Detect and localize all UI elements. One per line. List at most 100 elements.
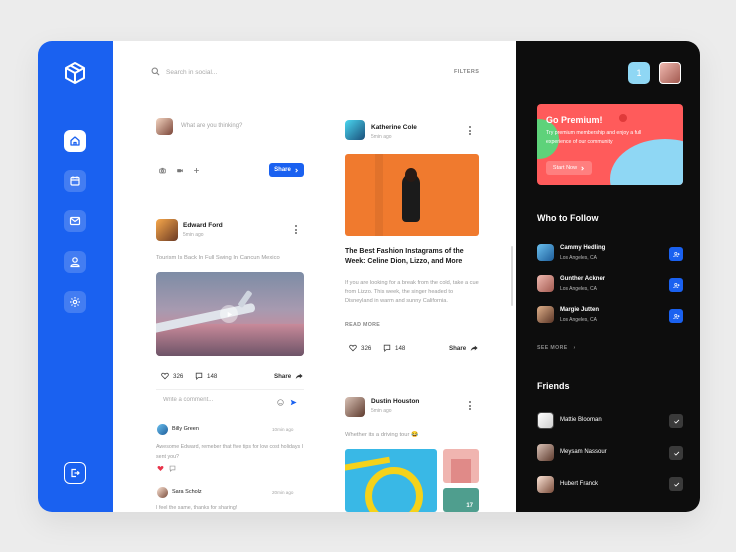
building-shape (451, 459, 471, 483)
post-time: 5min ago (183, 232, 204, 238)
video-icon[interactable] (176, 167, 184, 174)
composer-input[interactable]: What are you thinking? (181, 123, 242, 129)
camera-icon[interactable] (159, 167, 166, 174)
post-text: If you are looking for a break from the … (345, 280, 479, 305)
profile-avatar[interactable] (659, 62, 681, 84)
who-to-follow-title: Who to Follow (537, 213, 599, 223)
friend-check-button[interactable] (669, 446, 683, 460)
comment-button[interactable]: 148 (195, 372, 217, 380)
like-count: 326 (361, 344, 372, 352)
more-options-icon[interactable] (468, 401, 471, 410)
settings-icon (70, 297, 80, 307)
avatar[interactable] (537, 476, 554, 493)
add-user-icon (672, 313, 680, 319)
post-image[interactable] (345, 154, 479, 236)
avatar[interactable] (537, 244, 554, 261)
comment-input[interactable] (163, 397, 273, 403)
composer-share-button[interactable]: Share (269, 163, 304, 177)
comment-icon (195, 372, 203, 380)
post-image[interactable] (345, 449, 437, 512)
avatar[interactable] (157, 487, 168, 498)
cloud-layer (156, 324, 304, 356)
mail-icon (69, 216, 81, 226)
avatar[interactable] (537, 275, 554, 292)
premium-card[interactable]: Go Premium! Try premium membership and e… (537, 104, 683, 185)
post-title[interactable]: The Best Fashion Instagrams of the Week:… (345, 247, 479, 267)
reply-icon[interactable] (169, 465, 176, 472)
feed-scrollbar[interactable] (511, 246, 513, 306)
nav-home-button[interactable] (64, 130, 86, 152)
follow-button[interactable] (669, 278, 683, 292)
coaster-loop (365, 467, 423, 512)
nav-profile-button[interactable] (64, 251, 86, 273)
friend-check-button[interactable] (669, 477, 683, 491)
send-icon[interactable] (290, 399, 297, 406)
follow-button[interactable] (669, 247, 683, 261)
check-icon (673, 451, 679, 456)
nav-calendar-button[interactable] (64, 170, 86, 192)
post-text: Whether its a driving tour 😂 (345, 432, 419, 438)
post-share-button[interactable]: Share (274, 372, 303, 380)
post-video[interactable] (156, 272, 304, 356)
logout-button[interactable] (64, 462, 86, 484)
friend-name[interactable]: Mattie Blooman (560, 417, 602, 423)
comment-author[interactable]: Sara Scholz (172, 489, 202, 495)
post-time: 5min ago (371, 134, 392, 140)
friend-name[interactable]: Hubert Franck (560, 481, 598, 487)
post-image[interactable] (443, 449, 479, 483)
post-share-button[interactable]: Share (449, 344, 478, 352)
see-more-link[interactable]: SEE MORE › (537, 345, 576, 351)
avatar (156, 118, 173, 135)
heart-icon (349, 344, 357, 352)
play-icon (227, 311, 232, 317)
friend-check-button[interactable] (669, 414, 683, 428)
more-options-icon[interactable] (294, 225, 297, 234)
follow-button[interactable] (669, 309, 683, 323)
suggestion-name[interactable]: Margie Jutten (560, 307, 599, 313)
chevron-right-icon: › (573, 345, 576, 351)
nav-mail-button[interactable] (64, 210, 86, 232)
post-author[interactable]: Katherine Cole (371, 124, 417, 131)
avatar[interactable] (157, 424, 168, 435)
shadow-stripe (375, 154, 383, 236)
logo-icon[interactable] (63, 61, 87, 85)
comment-button[interactable]: 148 (383, 344, 405, 352)
suggestion-name[interactable]: Cammy Hedling (560, 245, 605, 251)
friend-name[interactable]: Meysam Nassour (560, 449, 607, 455)
post-author[interactable]: Dustin Houston (371, 398, 419, 405)
avatar[interactable] (537, 444, 554, 461)
calendar-icon (70, 176, 80, 186)
post-image-more[interactable]: 17 (443, 488, 479, 512)
read-more-link[interactable]: READ MORE (345, 322, 380, 328)
avatar[interactable] (537, 306, 554, 323)
suggestion-location: Los Angeles, CA (560, 317, 597, 323)
heart-filled-icon[interactable] (157, 465, 164, 472)
comment-author[interactable]: Billy Green (172, 426, 199, 432)
nav-settings-button[interactable] (64, 291, 86, 313)
search-input[interactable] (166, 65, 316, 79)
friends-title: Friends (537, 381, 570, 391)
comment-time: 20min ago (272, 490, 294, 495)
avatar[interactable] (537, 412, 554, 429)
notification-badge[interactable]: 1 (628, 62, 650, 84)
avatar[interactable] (345, 120, 365, 140)
avatar[interactable] (345, 397, 365, 417)
logout-icon (71, 468, 80, 478)
see-more-label: SEE MORE (537, 345, 568, 351)
decor-dot (619, 114, 627, 122)
check-icon (673, 482, 679, 487)
post-author[interactable]: Edward Ford (183, 222, 223, 229)
comment-count: 148 (207, 372, 218, 380)
play-button[interactable] (220, 305, 238, 323)
more-options-icon[interactable] (468, 126, 471, 135)
suggestion-name[interactable]: Gunther Ackner (560, 276, 605, 282)
emoji-icon[interactable] (277, 399, 284, 406)
main-feed: FILTERS What are you thinking? Share Edw… (113, 41, 516, 512)
start-now-label: Start Now (552, 165, 578, 171)
like-button[interactable]: 326 (349, 344, 371, 352)
start-now-button[interactable]: Start Now (546, 161, 592, 175)
filters-button[interactable]: FILTERS (454, 69, 479, 75)
like-button[interactable]: 326 (161, 372, 183, 380)
add-icon[interactable] (193, 167, 200, 174)
avatar[interactable] (156, 219, 178, 241)
